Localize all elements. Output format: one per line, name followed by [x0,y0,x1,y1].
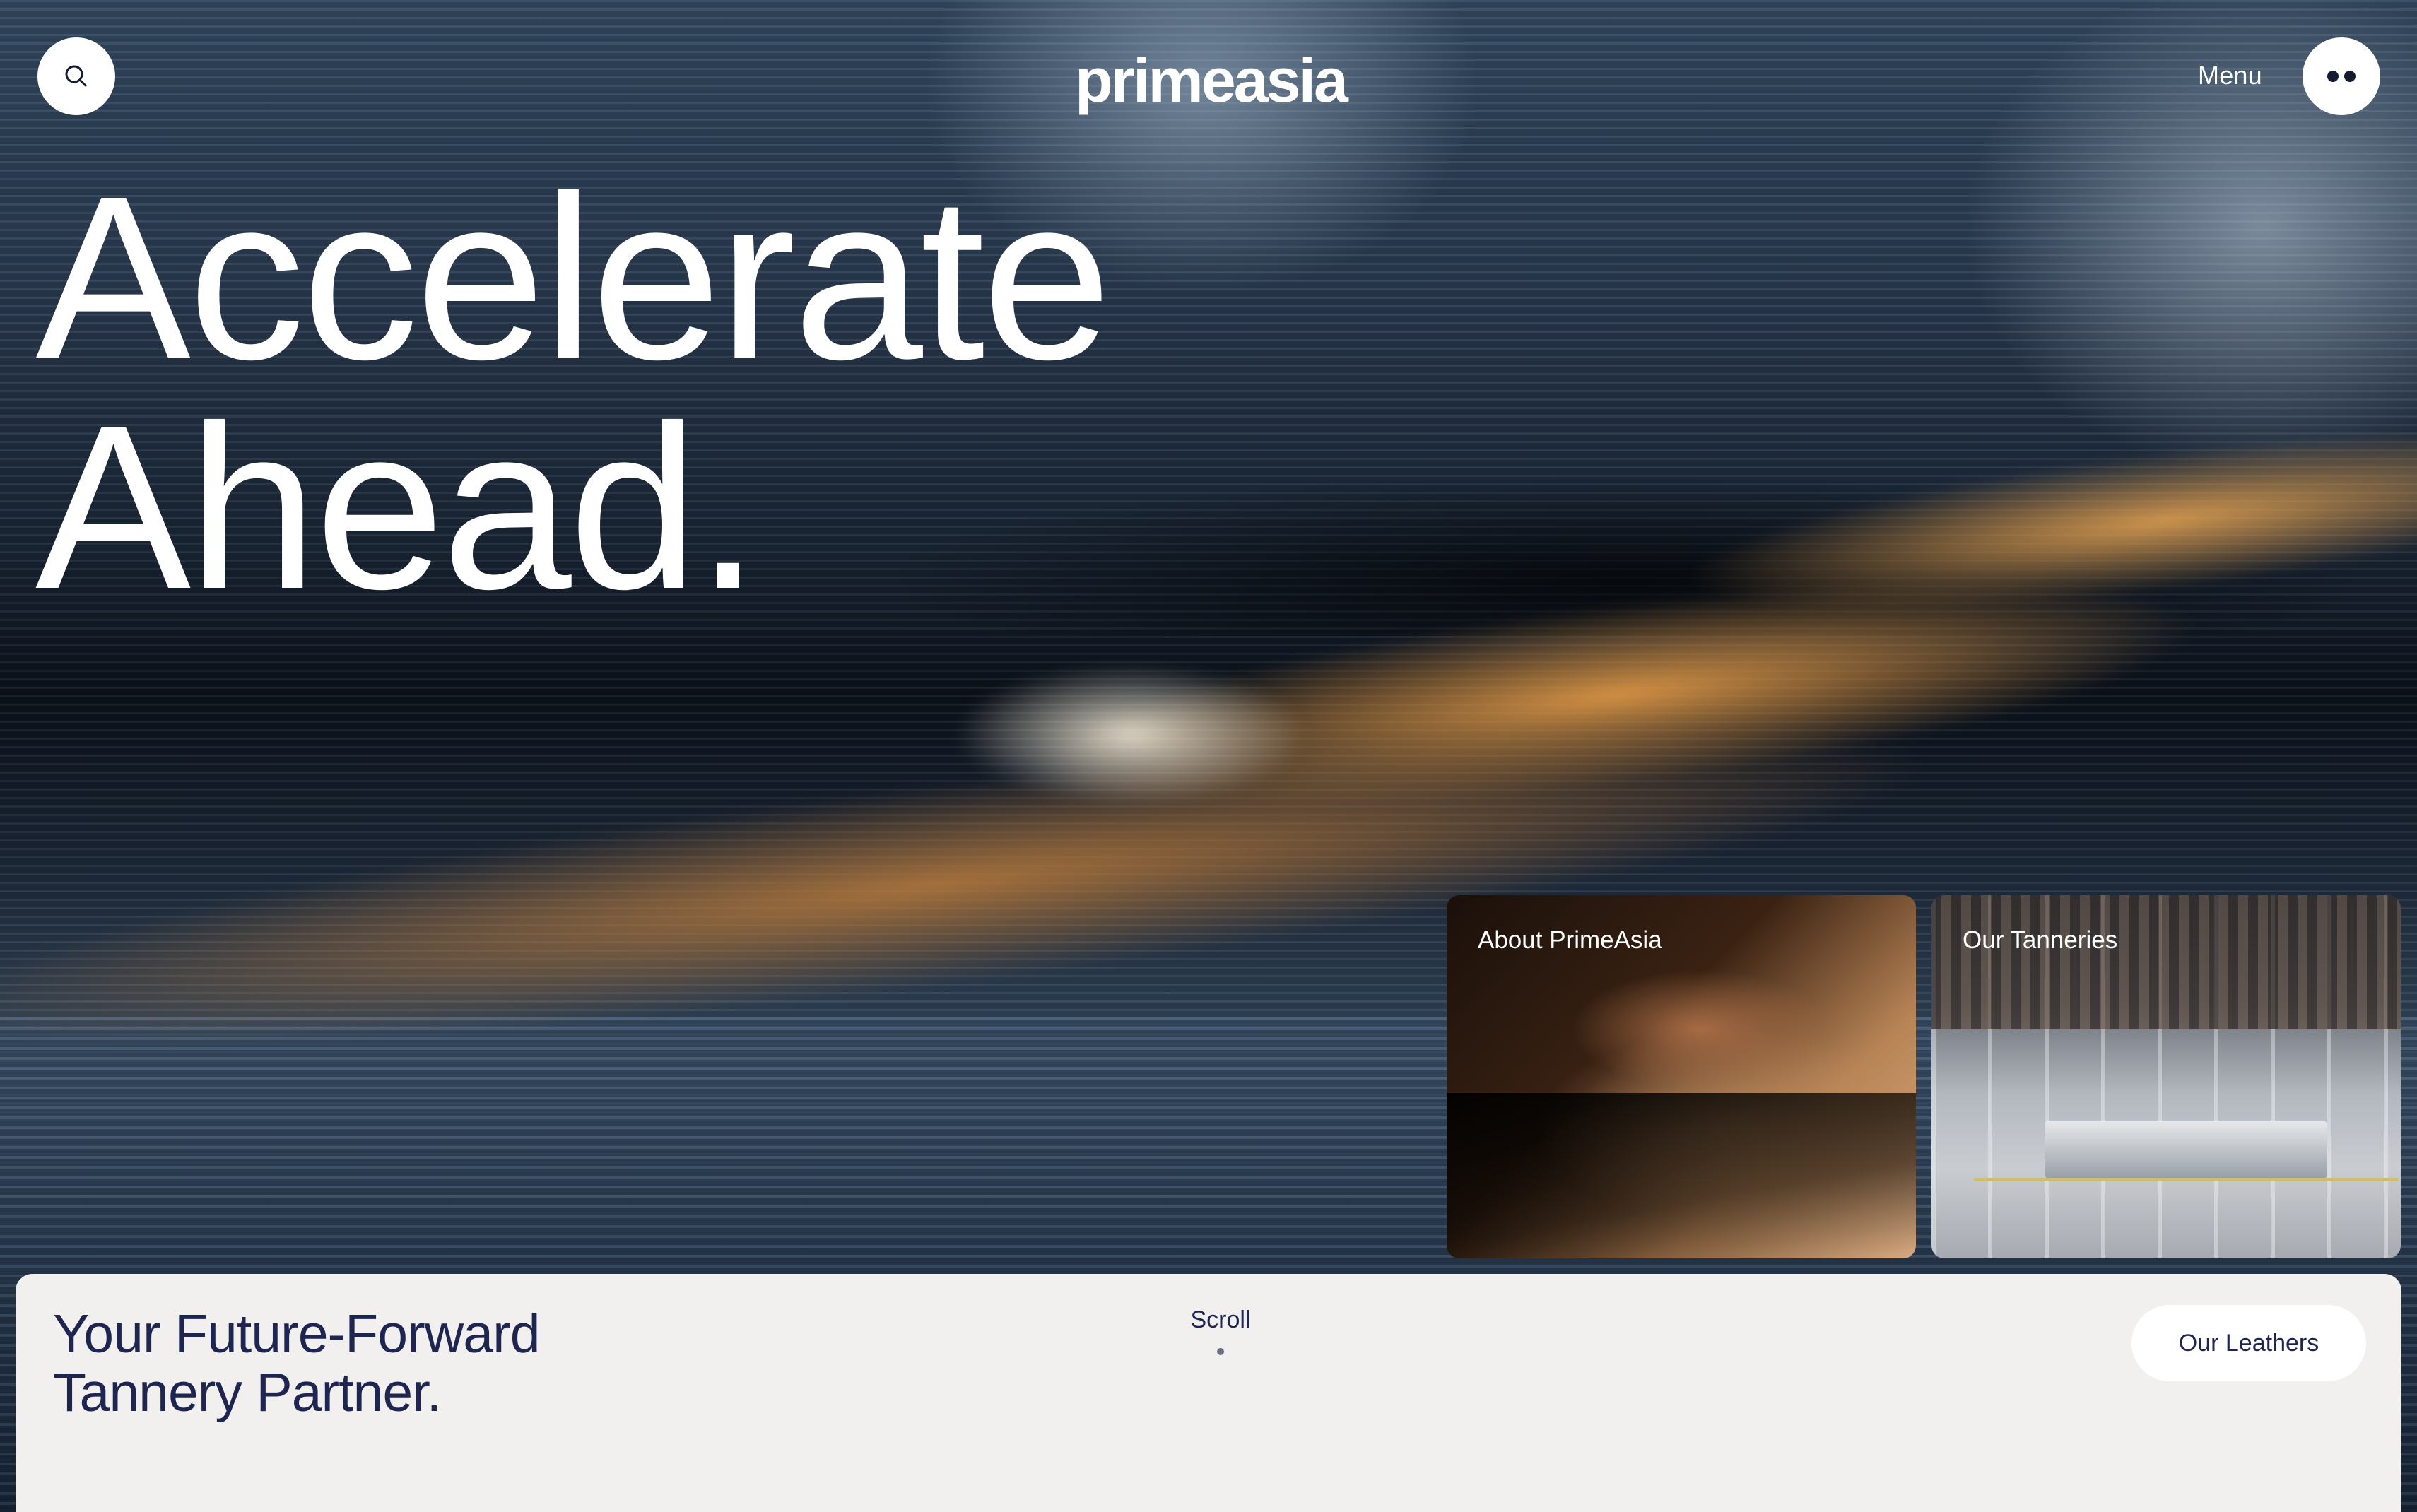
logo-text: primeasia [1075,45,1348,115]
tagline-line1: Your Future-Forward [53,1304,541,1364]
hero-headline-line1: Accelerate [35,147,1112,408]
scroll-label: Scroll [1190,1306,1251,1333]
scroll-indicator[interactable]: Scroll [1145,1306,1296,1355]
brand-logo[interactable]: primeasia [1075,34,1348,112]
card-image-hanging-hides [1931,895,2401,1029]
dot [2327,71,2339,82]
tagline: Your Future-Forward Tannery Partner. [53,1304,541,1423]
tagline-line2: Tannery Partner. [53,1362,442,1423]
card-our-tanneries[interactable]: Our Tanneries [1931,895,2401,1258]
card-image-machine [2045,1121,2327,1178]
dot [2344,71,2356,82]
our-leathers-button[interactable]: Our Leathers [2131,1305,2366,1381]
intro-panel: Your Future-Forward Tannery Partner. Scr… [16,1274,2401,1512]
scroll-dot-icon [1217,1348,1224,1355]
hero-headline-line2: Ahead. [35,377,760,637]
hero-headline: Accelerate Ahead. [35,161,1112,624]
card-label: About PrimeAsia [1478,926,1662,954]
card-image-shadow [1447,1093,1916,1258]
menu-button[interactable] [2303,37,2380,115]
hero-light-glare [954,664,1307,805]
search-button[interactable] [37,37,115,115]
card-about-primeasia[interactable]: About PrimeAsia [1447,895,1916,1258]
menu-label[interactable]: Menu [2198,61,2262,90]
card-label: Our Tanneries [1963,926,2118,954]
search-icon [65,65,87,87]
card-image-floor-line [1974,1178,2398,1181]
two-dots-icon [2327,71,2356,82]
